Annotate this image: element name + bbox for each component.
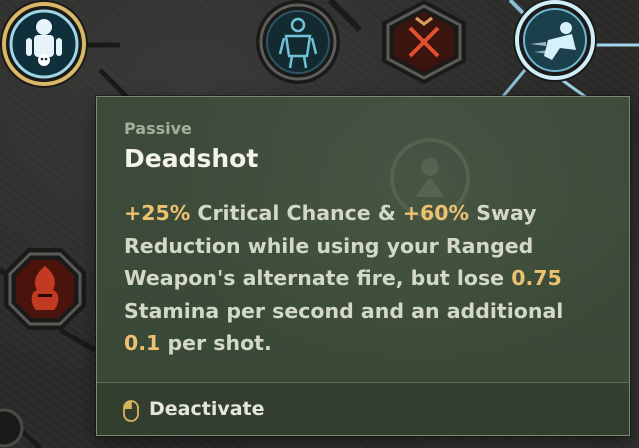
desc-text-1: Critical Chance & — [190, 201, 403, 225]
desc-text-4: per shot. — [160, 331, 272, 355]
skill-category: Passive — [124, 119, 192, 138]
desc-prefix-1: + — [124, 201, 142, 225]
desc-value-2: 60% — [420, 201, 470, 225]
skill-tooltip: Passive Deadshot +25% Critical Chance & … — [96, 96, 630, 436]
skill-node-partial[interactable] — [0, 408, 24, 448]
skill-node-skull-figure[interactable] — [0, 0, 88, 88]
mouse-icon — [123, 400, 139, 422]
skill-description: +25% Critical Chance & +60% Sway Reducti… — [124, 197, 594, 360]
skill-title: Deadshot — [124, 144, 259, 173]
desc-value-1: 25% — [141, 201, 191, 225]
desc-text-3: Stamina per second and an additional — [124, 298, 564, 323]
skill-node-fire-helm[interactable] — [4, 248, 86, 330]
tooltip-footer[interactable]: Deactivate — [97, 383, 629, 435]
skill-node-armored-figure[interactable] — [256, 0, 340, 84]
skill-node-crossed-swords[interactable] — [382, 0, 466, 84]
desc-value-3: 0.75 — [511, 266, 562, 290]
desc-value-4: 0.1 — [124, 331, 161, 355]
skill-node-dash[interactable] — [513, 0, 597, 82]
deactivate-action[interactable]: Deactivate — [149, 398, 265, 420]
desc-prefix-2: + — [402, 201, 421, 225]
